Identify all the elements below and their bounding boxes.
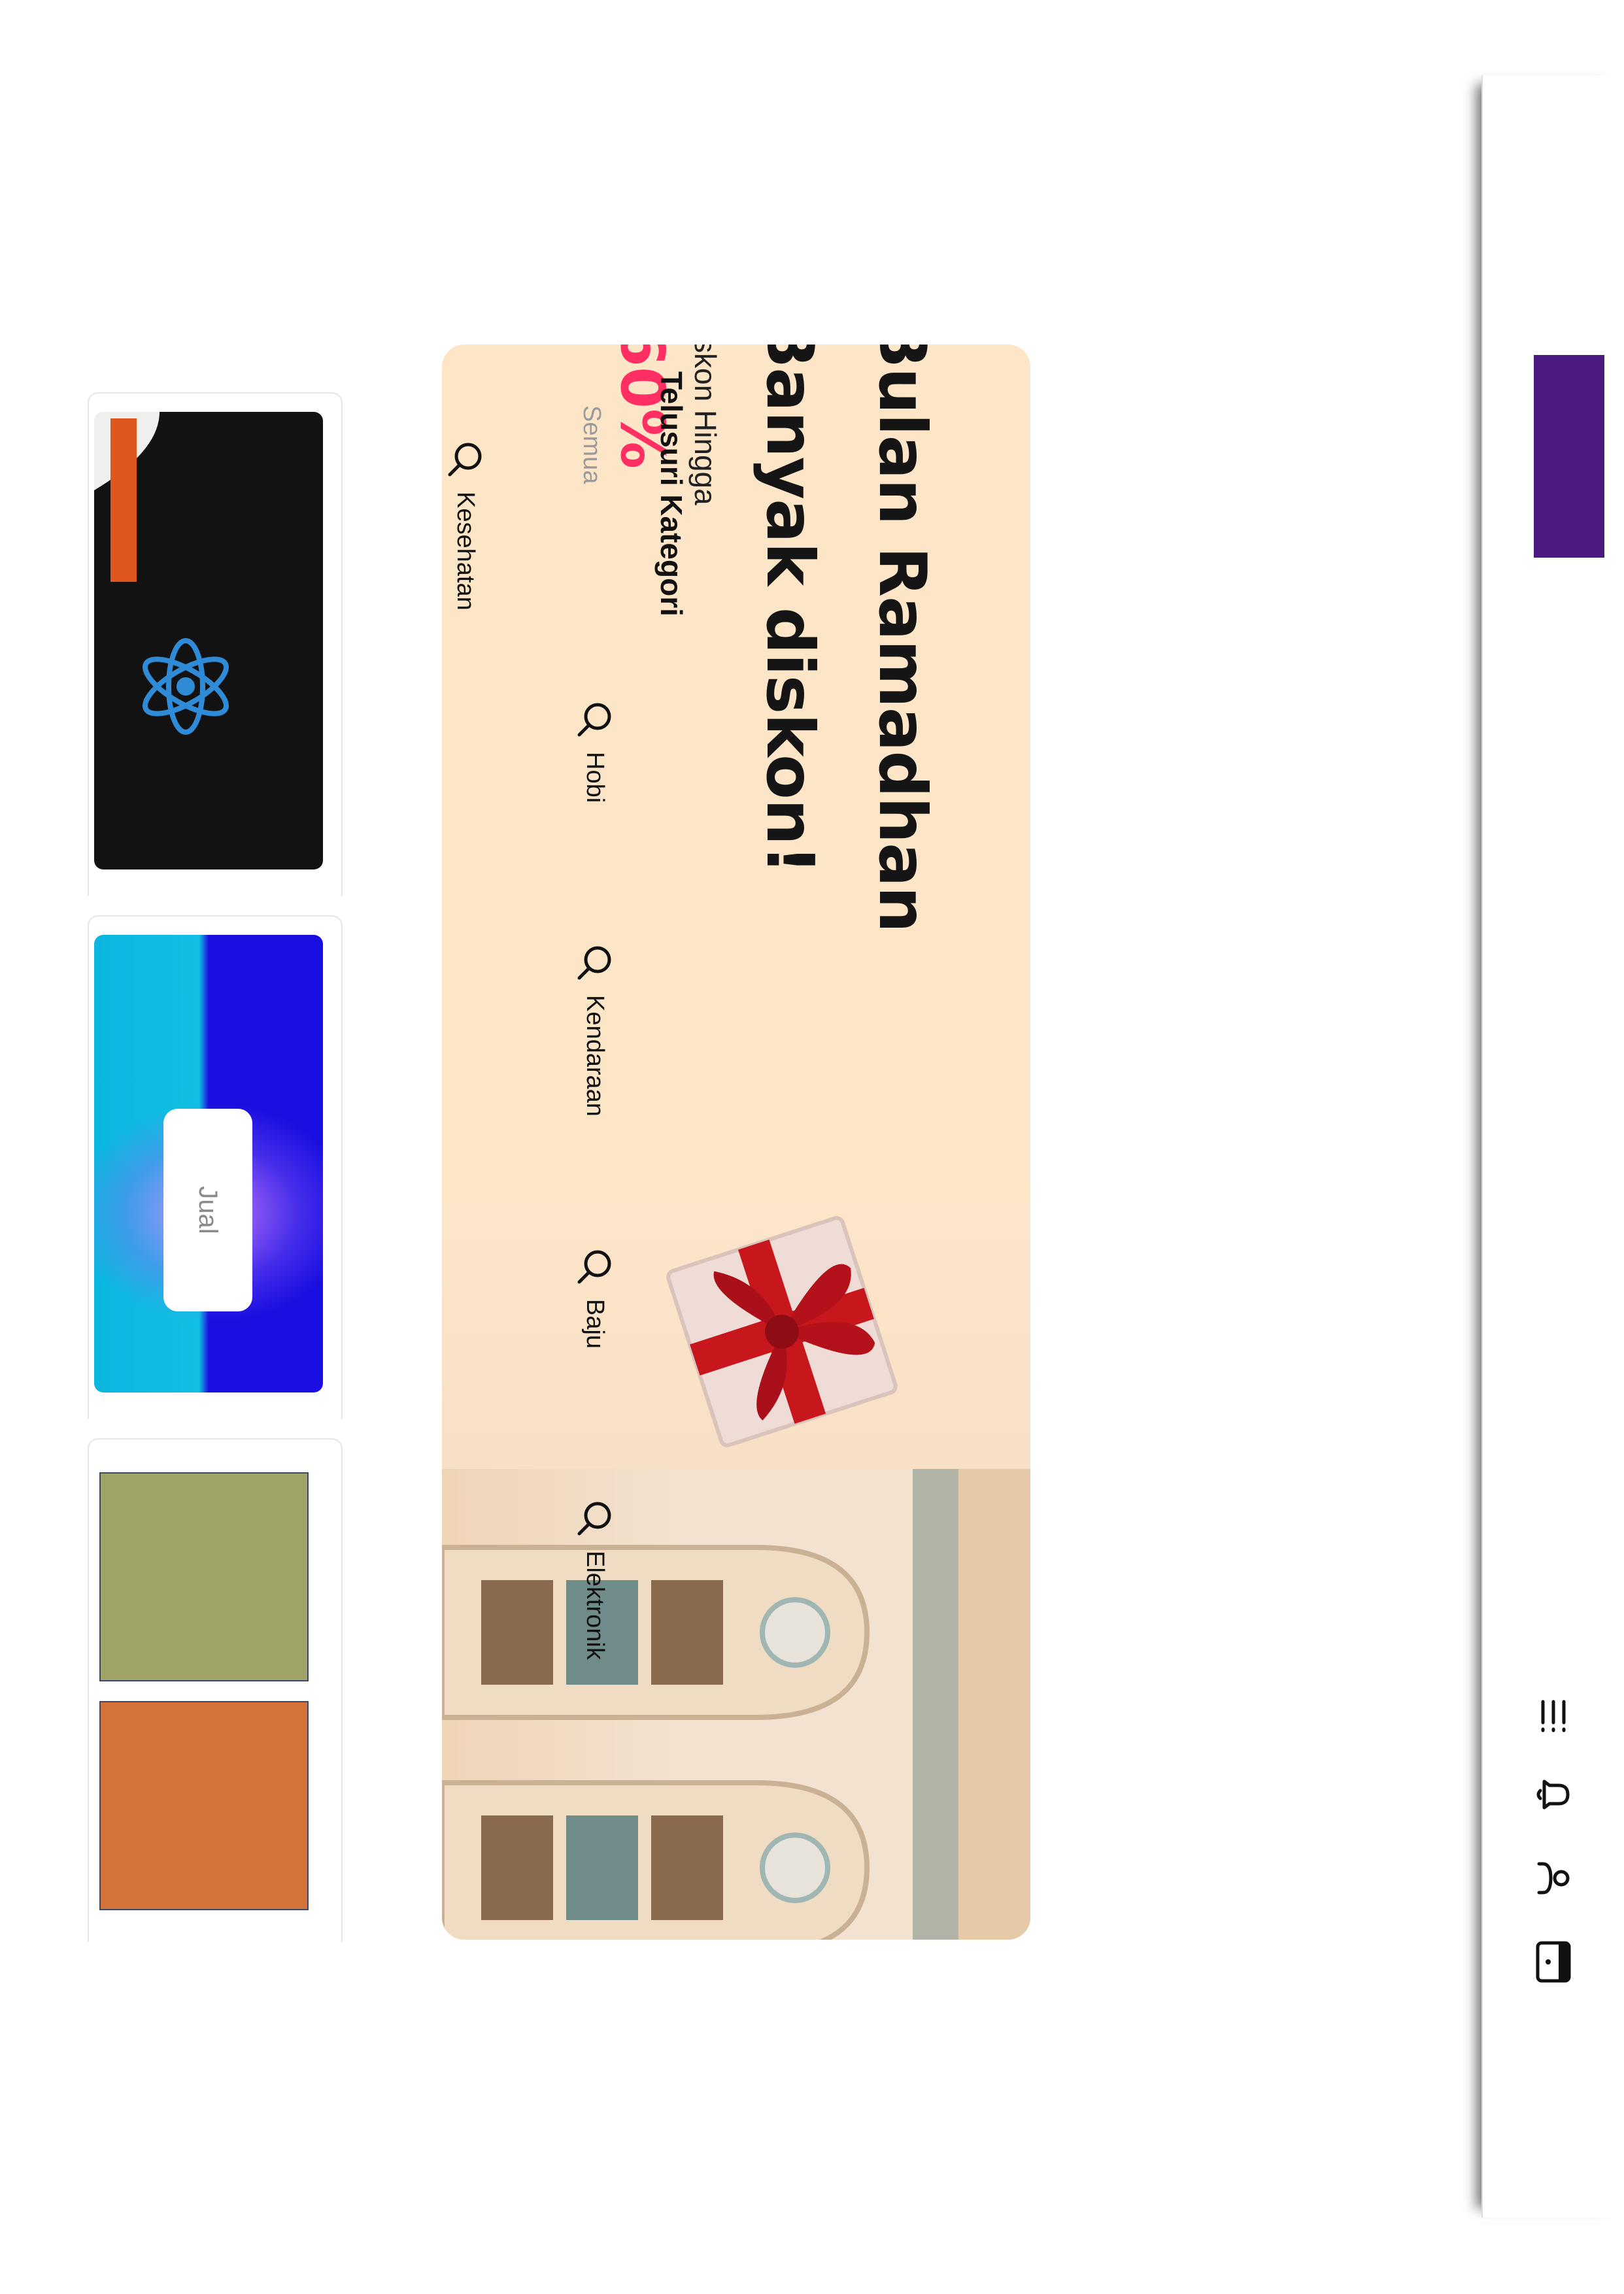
search-icon <box>445 438 486 480</box>
category-item-kendaraan[interactable]: Kendaraan <box>574 941 616 1117</box>
category-label: Baju <box>581 1299 609 1349</box>
product-image-orange <box>99 1701 309 1910</box>
search-icon <box>574 941 616 983</box>
sell-card-background: Jual <box>94 935 323 1392</box>
search-icon <box>574 1245 616 1287</box>
hoodie-image <box>94 412 323 869</box>
brand-logo[interactable] <box>1534 355 1604 558</box>
category-item-hobi[interactable]: Hobi <box>574 698 616 803</box>
product-image-green <box>99 1472 309 1681</box>
category-label: Kendaraan <box>581 995 609 1117</box>
category-heading: Telusuri Kategori <box>654 371 688 616</box>
banner-title-line1: Bulan Ramadhan <box>864 345 941 932</box>
mosque-arches-image <box>442 1469 1030 1940</box>
banner-title: Bulan Ramadhan Banyak diskon! <box>734 345 958 1037</box>
category-label: Semua <box>578 405 605 484</box>
category-item-elektronik[interactable]: Elektronik <box>574 1497 616 1660</box>
top-navbar <box>1481 75 1624 2218</box>
banner-subtitle: skon Hingga <box>688 345 722 505</box>
banner-title-line2: Banyak diskon! <box>752 345 828 874</box>
category-item-kesehatan[interactable]: Kesehatan <box>445 438 486 611</box>
sell-button-label: Jual <box>194 1186 223 1234</box>
sell-button[interactable]: Jual <box>163 1109 252 1311</box>
product-card-colors[interactable] <box>88 1438 343 1942</box>
search-icon <box>574 698 616 740</box>
menu-icon[interactable] <box>1483 1683 1624 1749</box>
promo-banner[interactable]: Bulan Ramadhan Banyak diskon! skon Hingg… <box>442 345 1030 1940</box>
search-icon <box>574 1497 616 1539</box>
user-icon[interactable] <box>1483 1846 1624 1911</box>
category-item-semua[interactable]: Semua <box>577 405 605 484</box>
store-icon[interactable] <box>1483 1929 1624 1995</box>
category-label: Kesehatan <box>452 492 480 611</box>
product-card-hoodie[interactable] <box>88 392 343 896</box>
category-label: Hobi <box>581 752 609 803</box>
gift-box-image <box>632 1181 932 1482</box>
bell-icon[interactable] <box>1483 1762 1624 1827</box>
category-label: Elektronik <box>581 1551 609 1660</box>
nav-icon-group <box>1483 1683 1624 2023</box>
sell-card[interactable]: Jual <box>88 915 343 1419</box>
category-item-baju[interactable]: Baju <box>574 1245 616 1349</box>
